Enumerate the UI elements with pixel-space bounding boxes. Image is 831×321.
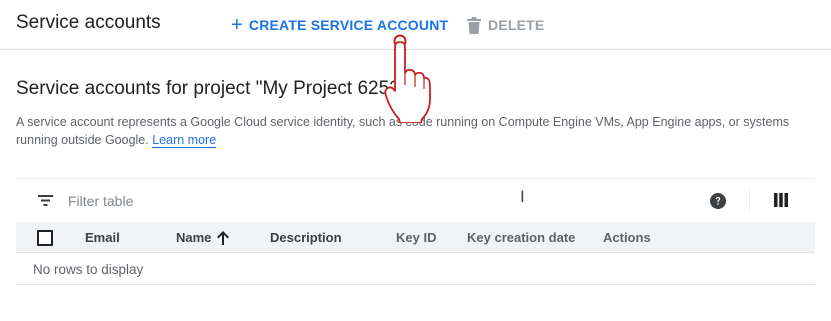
trash-icon <box>467 16 481 34</box>
filter-icon[interactable] <box>38 195 53 206</box>
delete-label: DELETE <box>488 17 545 33</box>
learn-more-link[interactable]: Learn more <box>152 133 217 148</box>
plus-icon: + <box>231 14 243 36</box>
sort-ascending-arrow-icon <box>217 230 230 245</box>
column-header-key-id: Key ID <box>396 230 437 245</box>
empty-table-row: No rows to display <box>16 254 815 285</box>
column-display-icon[interactable] <box>774 193 788 207</box>
pointer-hand-cursor-icon <box>384 34 431 123</box>
delete-button[interactable]: DELETE <box>467 15 544 35</box>
filter-table-input[interactable] <box>68 191 488 211</box>
page-title: Service accounts <box>16 12 161 33</box>
table-header-row: Email Name Description Key ID Key creati… <box>16 222 815 253</box>
text-cursor-icon: I <box>520 187 525 206</box>
column-header-description[interactable]: Description <box>270 230 342 245</box>
toolbar-divider <box>749 189 750 211</box>
section-title: Service accounts for project "My Project… <box>16 78 418 99</box>
column-header-name[interactable]: Name <box>176 230 230 245</box>
column-header-key-creation-date: Key creation date <box>467 230 576 245</box>
help-icon[interactable] <box>710 193 726 209</box>
create-service-account-button[interactable]: + CREATE SERVICE ACCOUNT <box>231 15 448 35</box>
filter-bar: I <box>16 178 815 222</box>
column-header-email[interactable]: Email <box>85 230 120 245</box>
column-header-name-label: Name <box>176 230 212 245</box>
column-header-actions: Actions <box>603 230 651 245</box>
select-all-checkbox[interactable] <box>37 230 53 246</box>
empty-table-message: No rows to display <box>33 262 144 277</box>
create-service-account-label: CREATE SERVICE ACCOUNT <box>248 17 449 33</box>
